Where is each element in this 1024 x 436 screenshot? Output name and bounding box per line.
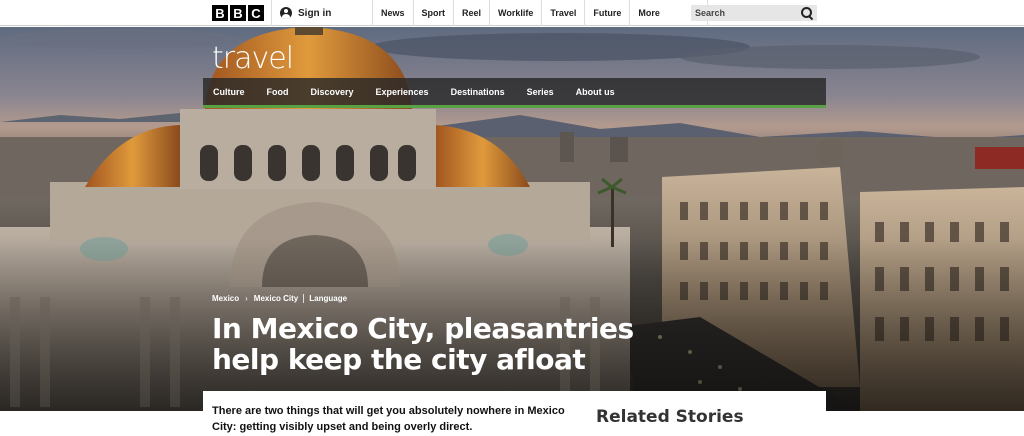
breadcrumb-mexico[interactable]: Mexico: [212, 294, 239, 303]
related-stories-heading: Related Stories: [596, 407, 744, 427]
nav-reel[interactable]: Reel: [454, 0, 491, 26]
section-nav-food[interactable]: Food: [267, 87, 289, 97]
nav-sport[interactable]: Sport: [414, 0, 455, 26]
global-top-bar: B B C Sign in News Sport Reel Worklife T…: [0, 0, 1024, 26]
breadcrumb-mexico-city[interactable]: Mexico City: [254, 294, 298, 303]
logo-letter: C: [248, 5, 264, 21]
nav-worklife[interactable]: Worklife: [490, 0, 543, 26]
section-nav-discovery[interactable]: Discovery: [311, 87, 354, 97]
article-headline: In Mexico City, pleasantries help keep t…: [212, 312, 634, 376]
article-content: There are two things that will get you a…: [203, 391, 826, 436]
sign-in-label: Sign in: [298, 7, 332, 19]
travel-section-nav: Culture Food Discovery Experiences Desti…: [203, 78, 826, 108]
search-input[interactable]: Search: [695, 8, 801, 18]
user-icon: [280, 7, 292, 19]
nav-travel[interactable]: Travel: [542, 0, 586, 26]
section-nav-experiences[interactable]: Experiences: [376, 87, 429, 97]
chevron-right-icon: ›: [245, 294, 248, 303]
hero-image: travel Culture Food Discovery Experience…: [0, 27, 1024, 411]
logo-letter: B: [230, 5, 246, 21]
divider: [303, 294, 305, 303]
breadcrumb-language[interactable]: Language: [309, 294, 347, 303]
sign-in-button[interactable]: Sign in: [271, 0, 373, 26]
nav-news[interactable]: News: [373, 0, 414, 26]
nav-more-label: More: [638, 8, 660, 18]
global-nav: News Sport Reel Worklife Travel Future M…: [373, 0, 709, 26]
travel-logo[interactable]: travel: [212, 41, 294, 76]
article-summary: There are two things that will get you a…: [212, 405, 565, 433]
bbc-logo[interactable]: B B C: [212, 5, 264, 21]
nav-future[interactable]: Future: [585, 0, 631, 26]
section-nav-culture[interactable]: Culture: [213, 87, 245, 97]
breadcrumb: Mexico › Mexico City Language: [212, 294, 347, 303]
search-box[interactable]: Search: [691, 5, 817, 21]
section-nav-series[interactable]: Series: [527, 87, 554, 97]
logo-letter: B: [212, 5, 228, 21]
section-nav-destinations[interactable]: Destinations: [451, 87, 505, 97]
search-icon[interactable]: [801, 7, 813, 19]
section-nav-about-us[interactable]: About us: [576, 87, 615, 97]
